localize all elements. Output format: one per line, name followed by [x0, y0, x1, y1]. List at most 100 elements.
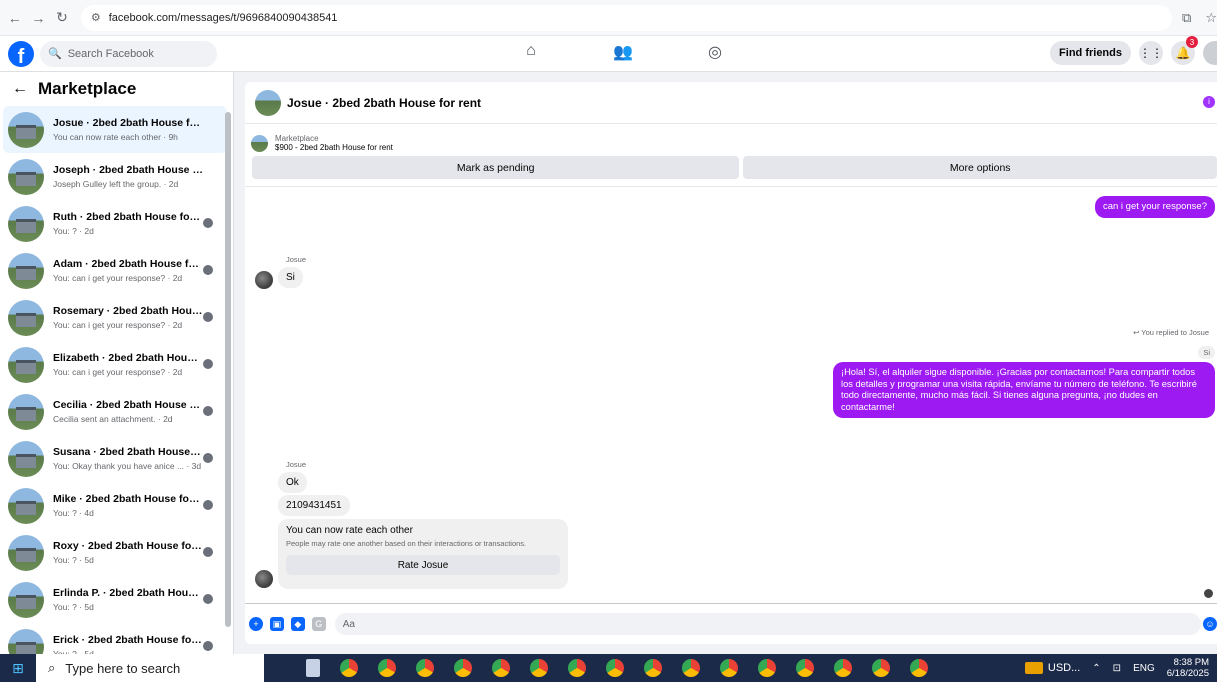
chat-avatar[interactable]	[255, 89, 281, 116]
chrome-icon[interactable]	[568, 659, 586, 677]
chrome-icon[interactable]	[872, 659, 890, 677]
gif-icon[interactable]: G	[311, 617, 326, 631]
site-info-icon[interactable]: ⚙	[91, 11, 101, 24]
chrome-icon[interactable]	[644, 659, 662, 677]
facebook-header: f 🔍 Search Facebook ⌂ 👥 ◎ Find friends ⋮…	[0, 36, 1217, 72]
incoming-message[interactable]: Ok	[278, 472, 307, 493]
conversation-avatar	[8, 581, 44, 618]
conversation-name: Joseph · 2bed 2bath House for r...	[53, 164, 203, 176]
chrome-icon[interactable]	[378, 659, 396, 677]
conversation-item[interactable]: Ruth · 2bed 2bath House for r... You: ? ·…	[0, 200, 233, 247]
outgoing-message[interactable]: can i get your response?	[1094, 196, 1215, 218]
currency-widget[interactable]: USD...	[1024, 662, 1081, 674]
taskbar-search[interactable]: ⌕ Type here to search	[36, 654, 264, 682]
sidebar-scrollbar[interactable]	[225, 112, 231, 627]
incoming-message[interactable]: Si	[278, 267, 303, 288]
listing-title[interactable]: $900 - 2bed 2bath House for rent	[275, 143, 393, 152]
marketplace-label: Marketplace	[275, 133, 319, 143]
mark-pending-button[interactable]: Mark as pending	[252, 156, 740, 179]
conversation-item[interactable]: Susana · 2bed 2bath House fo... You: Okay…	[0, 435, 233, 482]
conversation-item[interactable]: Cecilia · 2bed 2bath House for r... Cecil…	[0, 388, 233, 435]
incoming-message[interactable]: 2109431451	[278, 495, 350, 516]
profile-avatar[interactable]	[1203, 41, 1217, 65]
outgoing-message-long[interactable]: ¡Hola! Sí, el alquiler sigue disponible.…	[833, 362, 1215, 419]
conversation-list: Josue · 2bed 2bath House for rent You can…	[0, 106, 233, 654]
facebook-logo[interactable]: f	[8, 40, 34, 67]
conversation-item[interactable]: Roxy · 2bed 2bath House for r... You: ? ·…	[0, 529, 233, 576]
sender-avatar[interactable]	[255, 271, 273, 289]
chat-pane: Josue · 2bed 2bath House for rent i Mark…	[245, 82, 1217, 644]
forward-icon[interactable]: →	[30, 9, 48, 27]
conversation-item[interactable]: Erlinda P. · 2bed 2bath House fo... You: …	[0, 576, 233, 623]
chrome-icon[interactable]	[910, 659, 928, 677]
friends-icon[interactable]: 👥	[612, 42, 634, 62]
conversation-avatar	[8, 440, 44, 477]
language-indicator[interactable]: ENG	[1133, 663, 1155, 674]
rate-button[interactable]: Rate Josue	[286, 555, 560, 575]
back-icon[interactable]: ←	[6, 9, 24, 27]
seen-avatar	[203, 641, 213, 651]
conversation-preview: You: ? · 4d	[53, 508, 94, 518]
conversation-preview: You: can i get your response? · 2d	[53, 273, 183, 283]
search-input[interactable]: 🔍 Search Facebook	[40, 40, 217, 67]
message-input[interactable]: Aa	[334, 613, 1202, 635]
find-friends-button[interactable]: Find friends	[1050, 41, 1131, 65]
task-view-icon[interactable]	[306, 659, 320, 677]
seen-avatar	[203, 500, 213, 510]
photo-icon[interactable]: ▣	[269, 617, 284, 631]
notifications-bell-icon[interactable]: 🔔 3	[1171, 36, 1198, 65]
listing-row: Marketplace $900 - 2bed 2bath House for …	[245, 124, 1217, 156]
network-icon[interactable]: ⊡	[1113, 663, 1121, 674]
chrome-icon[interactable]	[758, 659, 776, 677]
chrome-icon[interactable]	[796, 659, 814, 677]
chrome-icon[interactable]	[416, 659, 434, 677]
more-options-button[interactable]: More options	[743, 156, 1217, 179]
chrome-icon[interactable]	[454, 659, 472, 677]
info-icon[interactable]: i	[1203, 96, 1215, 108]
windows-taskbar: ⊞ ⌕ Type here to search USD... ⌃ ⊡ ENG 8…	[0, 654, 1217, 682]
conversation-preview: You: ? · 2d	[53, 226, 94, 236]
chrome-icon[interactable]	[720, 659, 738, 677]
menu-grid-icon[interactable]: ⋮⋮	[1139, 41, 1163, 65]
conversation-item[interactable]: Joseph · 2bed 2bath House for r... Joseph…	[0, 153, 233, 200]
chrome-icon[interactable]	[340, 659, 358, 677]
conversation-name: Mike · 2bed 2bath House for r...	[53, 493, 203, 505]
windows-start-icon[interactable]: ⊞	[0, 654, 36, 682]
chrome-icon[interactable]	[682, 659, 700, 677]
groups-icon[interactable]: ◎	[704, 42, 726, 62]
emoji-icon[interactable]: ☺	[1203, 617, 1217, 631]
sticker-icon[interactable]: ◆	[290, 617, 305, 631]
back-arrow-icon[interactable]: ←	[12, 80, 28, 98]
conversation-item[interactable]: Elizabeth · 2bed 2bath House ... You: can…	[0, 341, 233, 388]
clock[interactable]: 8:38 PM 6/18/2025	[1167, 657, 1209, 680]
replied-to-text: You replied to Josue	[1141, 328, 1209, 337]
chat-title[interactable]: Josue · 2bed 2bath House for rent	[287, 96, 481, 110]
composer-divider	[245, 603, 1217, 604]
conversation-preview: Joseph Gulley left the group. · 2d	[53, 179, 179, 189]
conversation-avatar	[8, 393, 44, 430]
conversation-item[interactable]: Adam · 2bed 2bath House for... You: can i…	[0, 247, 233, 294]
currency-ticker: USD...	[1047, 662, 1081, 674]
composer: + ▣ ◆ G Aa ☺	[245, 610, 1217, 638]
sender-avatar[interactable]	[255, 570, 273, 588]
home-icon[interactable]: ⌂	[520, 42, 542, 62]
address-bar[interactable]: ⚙ facebook.com/messages/t/96968400904385…	[80, 4, 1173, 31]
cast-icon[interactable]: ⧉	[1182, 10, 1191, 26]
plus-icon[interactable]: +	[249, 617, 263, 631]
reload-icon[interactable]: ↻	[53, 9, 71, 27]
quoted-message[interactable]: Si	[1198, 346, 1215, 359]
chrome-icon[interactable]	[492, 659, 510, 677]
conversation-item[interactable]: Mike · 2bed 2bath House for r... You: ? ·…	[0, 482, 233, 529]
tray-chevron-icon[interactable]: ⌃	[1092, 663, 1100, 674]
bookmark-star-icon[interactable]: ☆	[1205, 10, 1217, 26]
chrome-icon[interactable]	[530, 659, 548, 677]
conversation-item[interactable]: Josue · 2bed 2bath House for rent You can…	[3, 106, 227, 153]
conversation-name: Cecilia · 2bed 2bath House for r...	[53, 399, 203, 411]
chrome-icon[interactable]	[606, 659, 624, 677]
listing-thumbnail[interactable]	[251, 134, 268, 152]
conversation-item[interactable]: Erick · 2bed 2bath House for r... You: ? …	[0, 623, 233, 654]
seen-avatar	[203, 547, 213, 557]
chrome-icon[interactable]	[834, 659, 852, 677]
search-icon: ⌕	[48, 660, 56, 675]
conversation-item[interactable]: Rosemary · 2bed 2bath House... You: can i…	[0, 294, 233, 341]
